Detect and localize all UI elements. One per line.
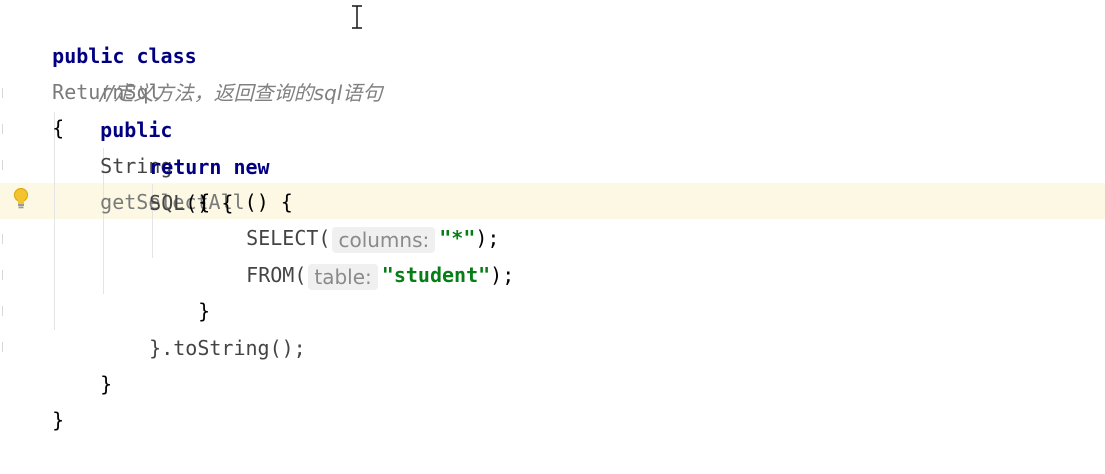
lightbulb-icon[interactable] xyxy=(13,187,29,211)
gutter-mark xyxy=(2,124,3,134)
code-line-3[interactable]: public String getSelectAll() { xyxy=(52,76,293,214)
gutter-mark xyxy=(2,234,3,244)
code-line-11[interactable]: } xyxy=(4,366,64,432)
code-line-1[interactable]: public class ReturnSql { xyxy=(4,2,197,140)
string-literal: "student" xyxy=(381,263,491,287)
gutter-mark xyxy=(2,342,3,352)
close-brace: } xyxy=(100,372,113,396)
code-line-9[interactable]: }.toString(); xyxy=(101,294,306,360)
gutter-mark xyxy=(2,160,3,170)
code-editor[interactable]: public class ReturnSql { //定义方法，返回查询的sql… xyxy=(0,0,1105,432)
close-brace: } xyxy=(52,408,65,432)
code-line-4[interactable]: return new SQL() { xyxy=(101,113,269,215)
gutter-mark xyxy=(2,270,3,280)
code-line-8[interactable]: } xyxy=(150,257,210,323)
code-line-5[interactable]: { xyxy=(150,148,210,214)
code-line-10[interactable]: } xyxy=(52,330,112,396)
text-cursor-icon xyxy=(352,5,362,29)
gutter-mark xyxy=(2,306,3,316)
method-chain: }.toString(); xyxy=(149,336,306,360)
method-call: FROM( xyxy=(246,263,307,287)
parameter-hint: table: xyxy=(308,263,378,290)
statement-end: ); xyxy=(490,263,515,287)
code-line-6[interactable]: SELECT(columns: "*"); xyxy=(198,184,499,253)
code-line-7[interactable]: FROM(table: "student"); xyxy=(198,221,514,290)
code-line-2[interactable]: //定义方法，返回查询的sql语句 xyxy=(52,39,382,105)
gutter-mark xyxy=(2,88,3,98)
